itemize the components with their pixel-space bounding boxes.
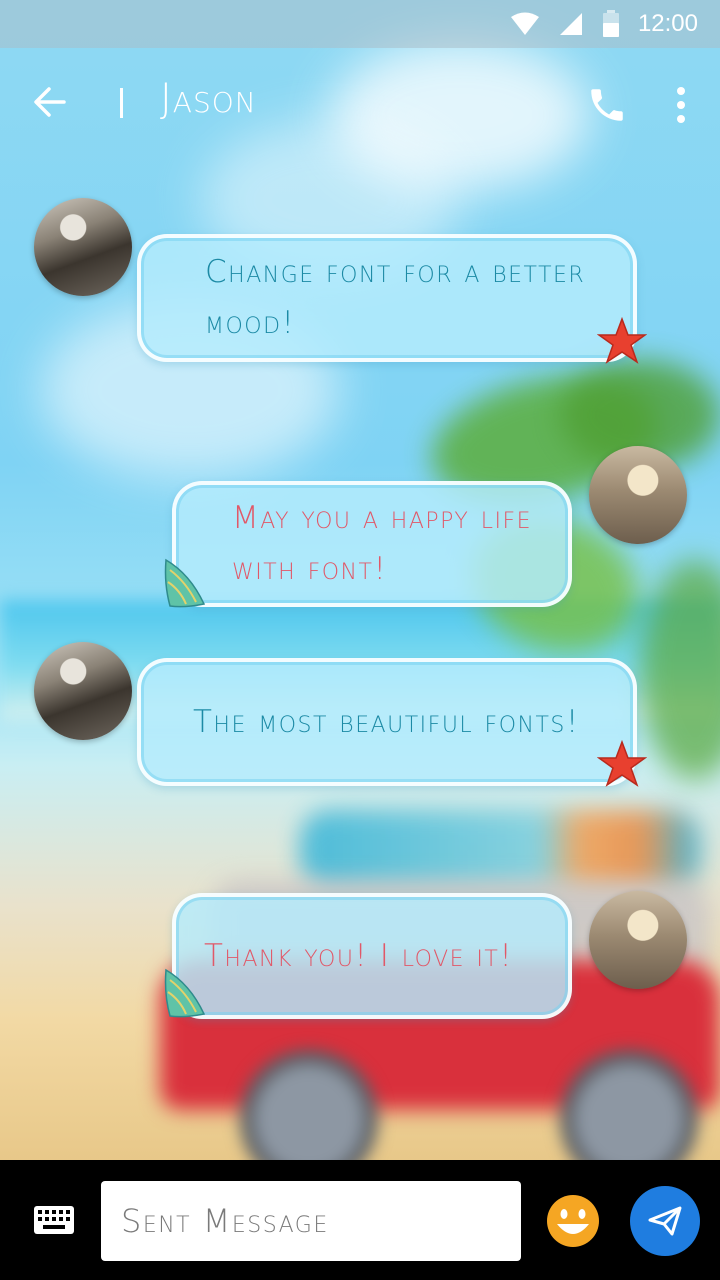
battery-icon [602,10,619,37]
status-bar: 12:00 [0,0,720,48]
message-text: The most beautiful fonts! [193,703,580,740]
contact-name[interactable]: Jason [160,76,257,122]
starfish-icon [597,317,647,364]
message-text: May you a happy life with font! [232,500,533,587]
outgoing-message-bubble[interactable]: May you a happy life with font! [172,481,572,607]
incoming-message-bubble[interactable]: Change font for a better mood! [137,234,637,362]
wifi-icon [510,12,539,35]
contact-avatar[interactable] [34,198,132,296]
keyboard-icon[interactable] [34,1206,74,1234]
message-composer [0,1160,720,1280]
starfish-icon [597,740,647,787]
signal-icon [559,13,582,35]
seashell-icon [164,968,206,1018]
status-time: 12:00 [637,10,698,37]
more-vert-icon[interactable] [666,84,696,126]
my-avatar[interactable] [589,446,687,544]
header-divider [120,88,123,118]
my-avatar[interactable] [589,891,687,989]
smiley-icon[interactable] [546,1194,600,1248]
message-text: Change font for a better mood! [205,254,586,341]
seashell-icon [164,558,206,608]
send-icon [648,1206,682,1236]
arrow-left-icon[interactable] [28,80,72,124]
phone-icon[interactable] [586,84,628,126]
send-button[interactable] [630,1186,700,1256]
contact-avatar[interactable] [34,642,132,740]
message-text: Thank you! I love it! [204,937,514,974]
outgoing-message-bubble[interactable]: Thank you! I love it! [172,893,572,1019]
conversation-header: Jason [0,48,720,160]
message-input[interactable] [101,1181,521,1261]
incoming-message-bubble[interactable]: The most beautiful fonts! [137,658,637,786]
